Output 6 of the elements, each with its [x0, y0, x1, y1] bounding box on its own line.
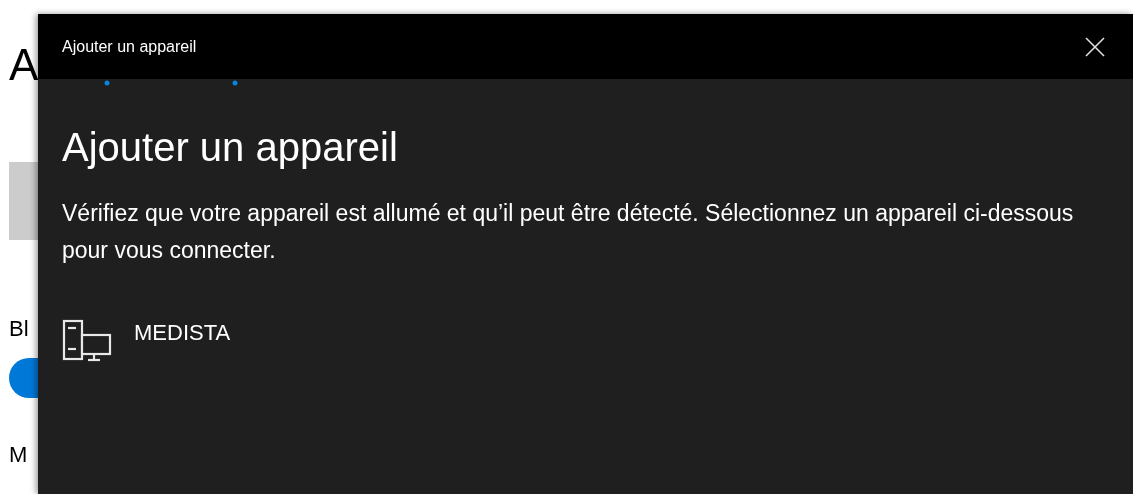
dialog-heading: Ajouter un appareil [62, 124, 399, 171]
section-label: Bl [9, 316, 29, 342]
page-heading: A [9, 40, 39, 90]
section-label: M [9, 442, 28, 468]
instruction-text: Vérifiez que votre appareil est allumé et qu’il peut être détecté. Sélectionnez un appareil ci-dessous pour vous connecter. [62, 199, 1075, 265]
window-title: Ajouter un appareil [62, 36, 197, 57]
